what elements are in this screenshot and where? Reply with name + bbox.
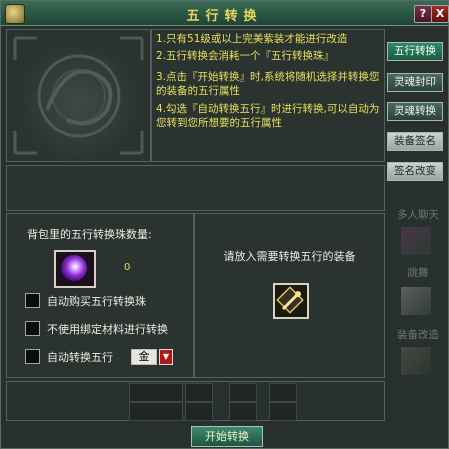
bead-count-value: 0 — [124, 262, 131, 273]
conversion-bead-slot[interactable] — [54, 250, 96, 288]
info-strip — [6, 165, 385, 211]
start-conversion-button[interactable]: 开始转换 — [191, 426, 263, 447]
instruction-line: 3.点击『开始转换』时,系统将随机选择并转换您的装备的五行属性 — [156, 71, 380, 97]
tab-soul-conversion[interactable]: 灵魂转换 — [387, 102, 443, 121]
tab-soul-seal[interactable]: 灵魂封印 — [387, 73, 443, 92]
background-label: 多人聊天 — [397, 209, 439, 221]
dragon-emblem-icon — [13, 36, 144, 155]
decorative-dragon-panel — [6, 29, 151, 162]
grid-cell — [185, 402, 213, 421]
no-bound-material-label: 不使用绑定材料进行转换 — [47, 323, 168, 336]
auto-buy-label: 自动购买五行转换珠 — [47, 295, 146, 308]
grid-cell — [129, 402, 183, 421]
grid-cell — [185, 383, 213, 402]
five-element-conversion-window: 五行转换 ? X 1.只有51级或以上完美紫装才能进行改造 2.五行转换会消耗一… — [0, 0, 449, 449]
instruction-line: 1.只有51级或以上完美紫装才能进行改造 — [156, 33, 348, 45]
instruction-line: 2.五行转换会消耗一个『五行转换珠』 — [156, 50, 335, 62]
tab-equipment-signature[interactable]: 装备签名 — [387, 132, 443, 151]
conversion-bead-icon — [61, 255, 87, 281]
bead-count-label: 背包里的五行转换珠数量: — [27, 228, 152, 241]
equipment-upgrade-icon — [401, 347, 431, 375]
grid-cell — [129, 383, 183, 402]
grid-cell — [269, 383, 297, 402]
dance-icon — [401, 287, 431, 315]
element-select[interactable]: 金 ▼ — [131, 349, 173, 365]
equipment-slot[interactable] — [273, 283, 309, 319]
equipment-prompt: 请放入需要转换五行的装备 — [223, 250, 356, 263]
auto-convert-label: 自动转换五行 — [47, 351, 113, 364]
element-select-value[interactable]: 金 — [131, 349, 157, 365]
help-button[interactable]: ? — [414, 5, 432, 23]
window-title: 五行转换 — [186, 9, 263, 24]
close-button[interactable]: X — [431, 5, 449, 23]
equipment-item-icon — [276, 286, 304, 314]
no-bound-material-checkbox[interactable] — [25, 321, 40, 336]
grid-cell — [229, 402, 257, 421]
chevron-down-icon[interactable]: ▼ — [159, 349, 173, 365]
grid-cell — [229, 383, 257, 402]
title-bar[interactable]: 五行转换 ? X — [1, 1, 449, 26]
tab-signature-change[interactable]: 签名改变 — [387, 162, 443, 181]
chat-icon — [401, 227, 431, 255]
auto-buy-checkbox[interactable] — [25, 293, 40, 308]
tab-five-element-conversion[interactable]: 五行转换 — [387, 42, 443, 61]
auto-convert-checkbox[interactable] — [25, 349, 40, 364]
grid-cell — [269, 402, 297, 421]
background-label: 跳舞 — [407, 267, 429, 279]
instruction-line: 4.勾选『自动转换五行』时进行转换,可以自动为您转到您所想要的五行属性 — [156, 103, 380, 129]
instructions-panel: 1.只有51级或以上完美紫装才能进行改造 2.五行转换会消耗一个『五行转换珠』 … — [151, 29, 385, 162]
result-grid — [6, 381, 385, 421]
background-label: 装备改造 — [397, 329, 439, 341]
